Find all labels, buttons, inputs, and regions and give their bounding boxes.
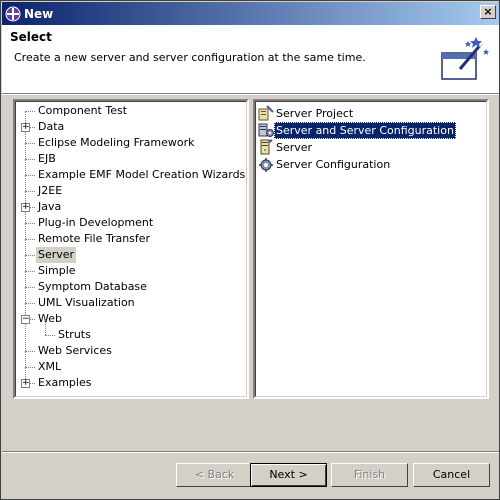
close-button[interactable]: × <box>480 5 496 19</box>
tree-connector <box>25 271 35 272</box>
wizard-category-tree[interactable]: Component Test + Data Eclipse Modeling Fram… <box>13 99 249 399</box>
tree-item-label: Component Test <box>38 104 128 117</box>
button-bar-separator <box>2 451 499 453</box>
tree-item-label: Simple <box>38 264 76 277</box>
banner-separator <box>2 93 499 95</box>
wizard-list-item-label: Server and Server Configuration <box>274 122 456 139</box>
page-title: Select <box>10 30 52 44</box>
tree-connector <box>25 111 35 112</box>
tree-item-label: Web Services <box>38 344 112 357</box>
eclipse-icon <box>5 6 21 22</box>
wizard-list[interactable]: Server Project Server and Server Configur… <box>253 99 489 399</box>
wizard-list-item-label: Server <box>276 141 313 154</box>
page-description: Create a new server and server configura… <box>14 51 366 64</box>
tree-item-label: J2EE <box>38 184 63 197</box>
tree-item-label: Struts <box>58 328 91 341</box>
tree-connector <box>25 367 35 368</box>
server-project-icon <box>258 105 274 121</box>
tree-item-label: Java <box>38 200 62 213</box>
server-icon <box>258 139 274 155</box>
tree-connector <box>25 159 35 160</box>
tree-connector <box>25 239 35 240</box>
finish-button[interactable]: Finish <box>331 463 408 487</box>
window-title: New <box>24 6 54 21</box>
tree-item-label: Plug-in Development <box>38 216 154 229</box>
tree-connector <box>25 191 35 192</box>
expand-icon[interactable]: + <box>21 203 30 212</box>
tree-item-label: XML <box>38 360 62 373</box>
tree-connector <box>45 319 46 335</box>
new-wizard-dialog: New × Select Create a new server and ser… <box>0 0 500 500</box>
tree-item-label: Server <box>36 247 77 263</box>
next-button[interactable]: Next > <box>250 463 327 487</box>
expand-icon[interactable]: + <box>21 123 30 132</box>
collapse-icon[interactable]: − <box>21 315 30 324</box>
tree-item-label: UML Visualization <box>38 296 135 309</box>
tree-connector <box>25 143 35 144</box>
title-bar[interactable]: New × <box>2 2 499 25</box>
tree-item-label: Example EMF Model Creation Wizards <box>38 168 246 181</box>
tree-connector <box>25 351 35 352</box>
wizard-wand-icon <box>438 35 492 83</box>
tree-connector <box>25 223 35 224</box>
tree-connector <box>25 255 35 256</box>
tree-item-label: Data <box>38 120 65 133</box>
back-button[interactable]: < Back <box>176 463 253 487</box>
server-configuration-icon <box>258 156 274 172</box>
tree-item-label: Remote File Transfer <box>38 232 151 245</box>
tree-connector <box>25 175 35 176</box>
wizard-banner: Select Create a new server and server co… <box>2 25 499 93</box>
tree-item-label: Examples <box>38 376 92 389</box>
tree-connector <box>25 287 35 288</box>
tree-guide-line <box>25 111 26 387</box>
tree-item-label: EJB <box>38 152 56 165</box>
tree-item-label: Eclipse Modeling Framework <box>38 136 195 149</box>
cancel-button[interactable]: Cancel <box>413 463 490 487</box>
tree-item-label: Web <box>38 312 62 325</box>
wizard-list-item-label: Server Project <box>276 107 354 120</box>
tree-connector <box>45 335 55 336</box>
expand-icon[interactable]: + <box>21 379 30 388</box>
server-and-config-icon <box>258 122 274 138</box>
tree-item-label: Symptom Database <box>38 280 147 293</box>
tree-connector <box>25 303 35 304</box>
wizard-list-item-label: Server Configuration <box>276 158 391 171</box>
